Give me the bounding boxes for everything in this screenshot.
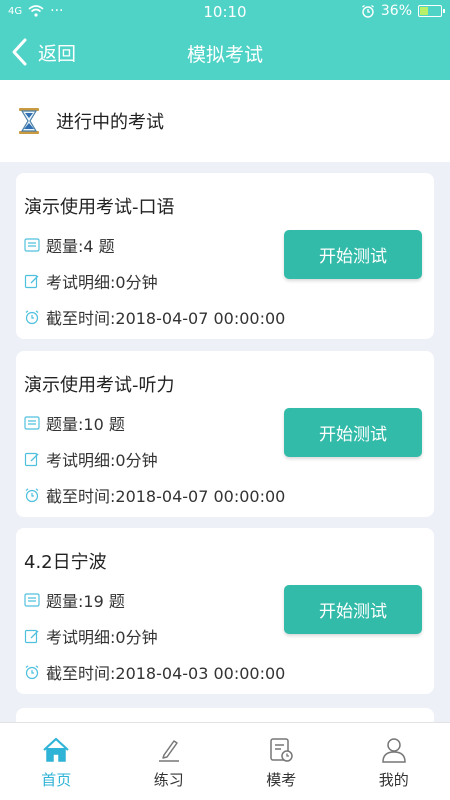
exam-card: 演示使用考试-口语 题量:4 题 考试明细:0分钟 截至时间:2018-04-0… — [16, 173, 434, 339]
tab-label: 练习 — [153, 771, 184, 789]
status-bar: 4G ··· 10:10 36% — [0, 0, 450, 24]
start-test-button[interactable]: 开始测试 — [284, 408, 422, 457]
user-icon — [381, 738, 406, 763]
tab-practice[interactable]: 练习 — [113, 723, 226, 800]
exam-icon — [270, 738, 293, 762]
question-count-row: 题量:19 题 — [24, 588, 125, 612]
chevron-left-icon — [12, 38, 27, 66]
tab-mock-exam[interactable]: 模考 — [225, 723, 338, 800]
back-label: 返回 — [38, 42, 77, 65]
exam-name: 演示使用考试-听力 — [24, 375, 175, 396]
list-icon — [24, 593, 40, 607]
alarm-icon — [361, 4, 374, 18]
tab-home[interactable]: 首页 — [0, 723, 113, 800]
exam-detail: 考试明细:0分钟 — [46, 273, 158, 292]
list-icon — [24, 416, 40, 430]
tab-label: 我的 — [378, 771, 409, 789]
tab-label: 首页 — [41, 771, 72, 789]
exam-detail-row: 考试明细:0分钟 — [24, 269, 158, 293]
question-count-row: 题量:4 题 — [24, 233, 115, 257]
start-test-button[interactable]: 开始测试 — [284, 585, 422, 634]
exam-card: 4.2日宁波 题量:19 题 考试明细:0分钟 截至时间:2018-04-03 … — [16, 528, 434, 694]
deadline: 截至时间:2018-04-07 00:00:00 — [46, 309, 286, 328]
edit-icon — [24, 452, 39, 467]
alarm-clock-icon — [25, 488, 39, 503]
deadline: 截至时间:2018-04-03 00:00:00 — [46, 664, 286, 683]
question-count: 题量:4 题 — [46, 237, 115, 256]
question-count-row: 题量:10 题 — [24, 411, 125, 435]
exam-detail-row: 考试明细:0分钟 — [24, 447, 158, 471]
alarm-clock-icon — [25, 310, 39, 325]
battery-icon — [418, 5, 445, 17]
exam-name: 4.2日宁波 — [24, 552, 107, 573]
edit-icon — [24, 629, 39, 644]
back-button[interactable]: 返回 — [10, 36, 76, 68]
deadline-row: 截至时间:2018-04-03 00:00:00 — [24, 660, 285, 684]
exam-name: 演示使用考试-口语 — [24, 197, 175, 218]
battery-fill — [420, 7, 428, 15]
exam-detail: 考试明细:0分钟 — [46, 628, 158, 647]
deadline-row: 截至时间:2018-04-07 00:00:00 — [24, 305, 285, 329]
edit-icon — [24, 274, 39, 289]
question-count: 题量:19 题 — [46, 592, 125, 611]
section-title: 进行中的考试 — [56, 112, 164, 133]
deadline-row: 截至时间:2018-04-07 00:00:00 — [24, 483, 285, 507]
bottom-tab-bar: 首页 练习 模考 我的 — [0, 722, 450, 800]
battery-percent: 36% — [380, 3, 412, 19]
nav-bar: 返回 模拟考试 — [0, 24, 450, 80]
exam-detail: 考试明细:0分钟 — [46, 451, 158, 470]
alarm-clock-icon — [25, 665, 39, 680]
exam-card: 演示使用考试-听力 题量:10 题 考试明细:0分钟 截至时间:2018-04-… — [16, 351, 434, 517]
pen-icon — [158, 740, 179, 762]
home-icon — [43, 737, 69, 762]
hourglass-icon — [19, 108, 39, 134]
deadline: 截至时间:2018-04-07 00:00:00 — [46, 487, 286, 506]
section-header: 进行中的考试 — [0, 80, 450, 162]
list-icon — [24, 238, 40, 252]
tab-profile[interactable]: 我的 — [338, 723, 450, 800]
tab-label: 模考 — [266, 771, 297, 789]
start-test-button[interactable]: 开始测试 — [284, 230, 422, 279]
question-count: 题量:10 题 — [46, 415, 125, 434]
exam-detail-row: 考试明细:0分钟 — [24, 624, 158, 648]
status-right: 36% — [361, 3, 445, 19]
